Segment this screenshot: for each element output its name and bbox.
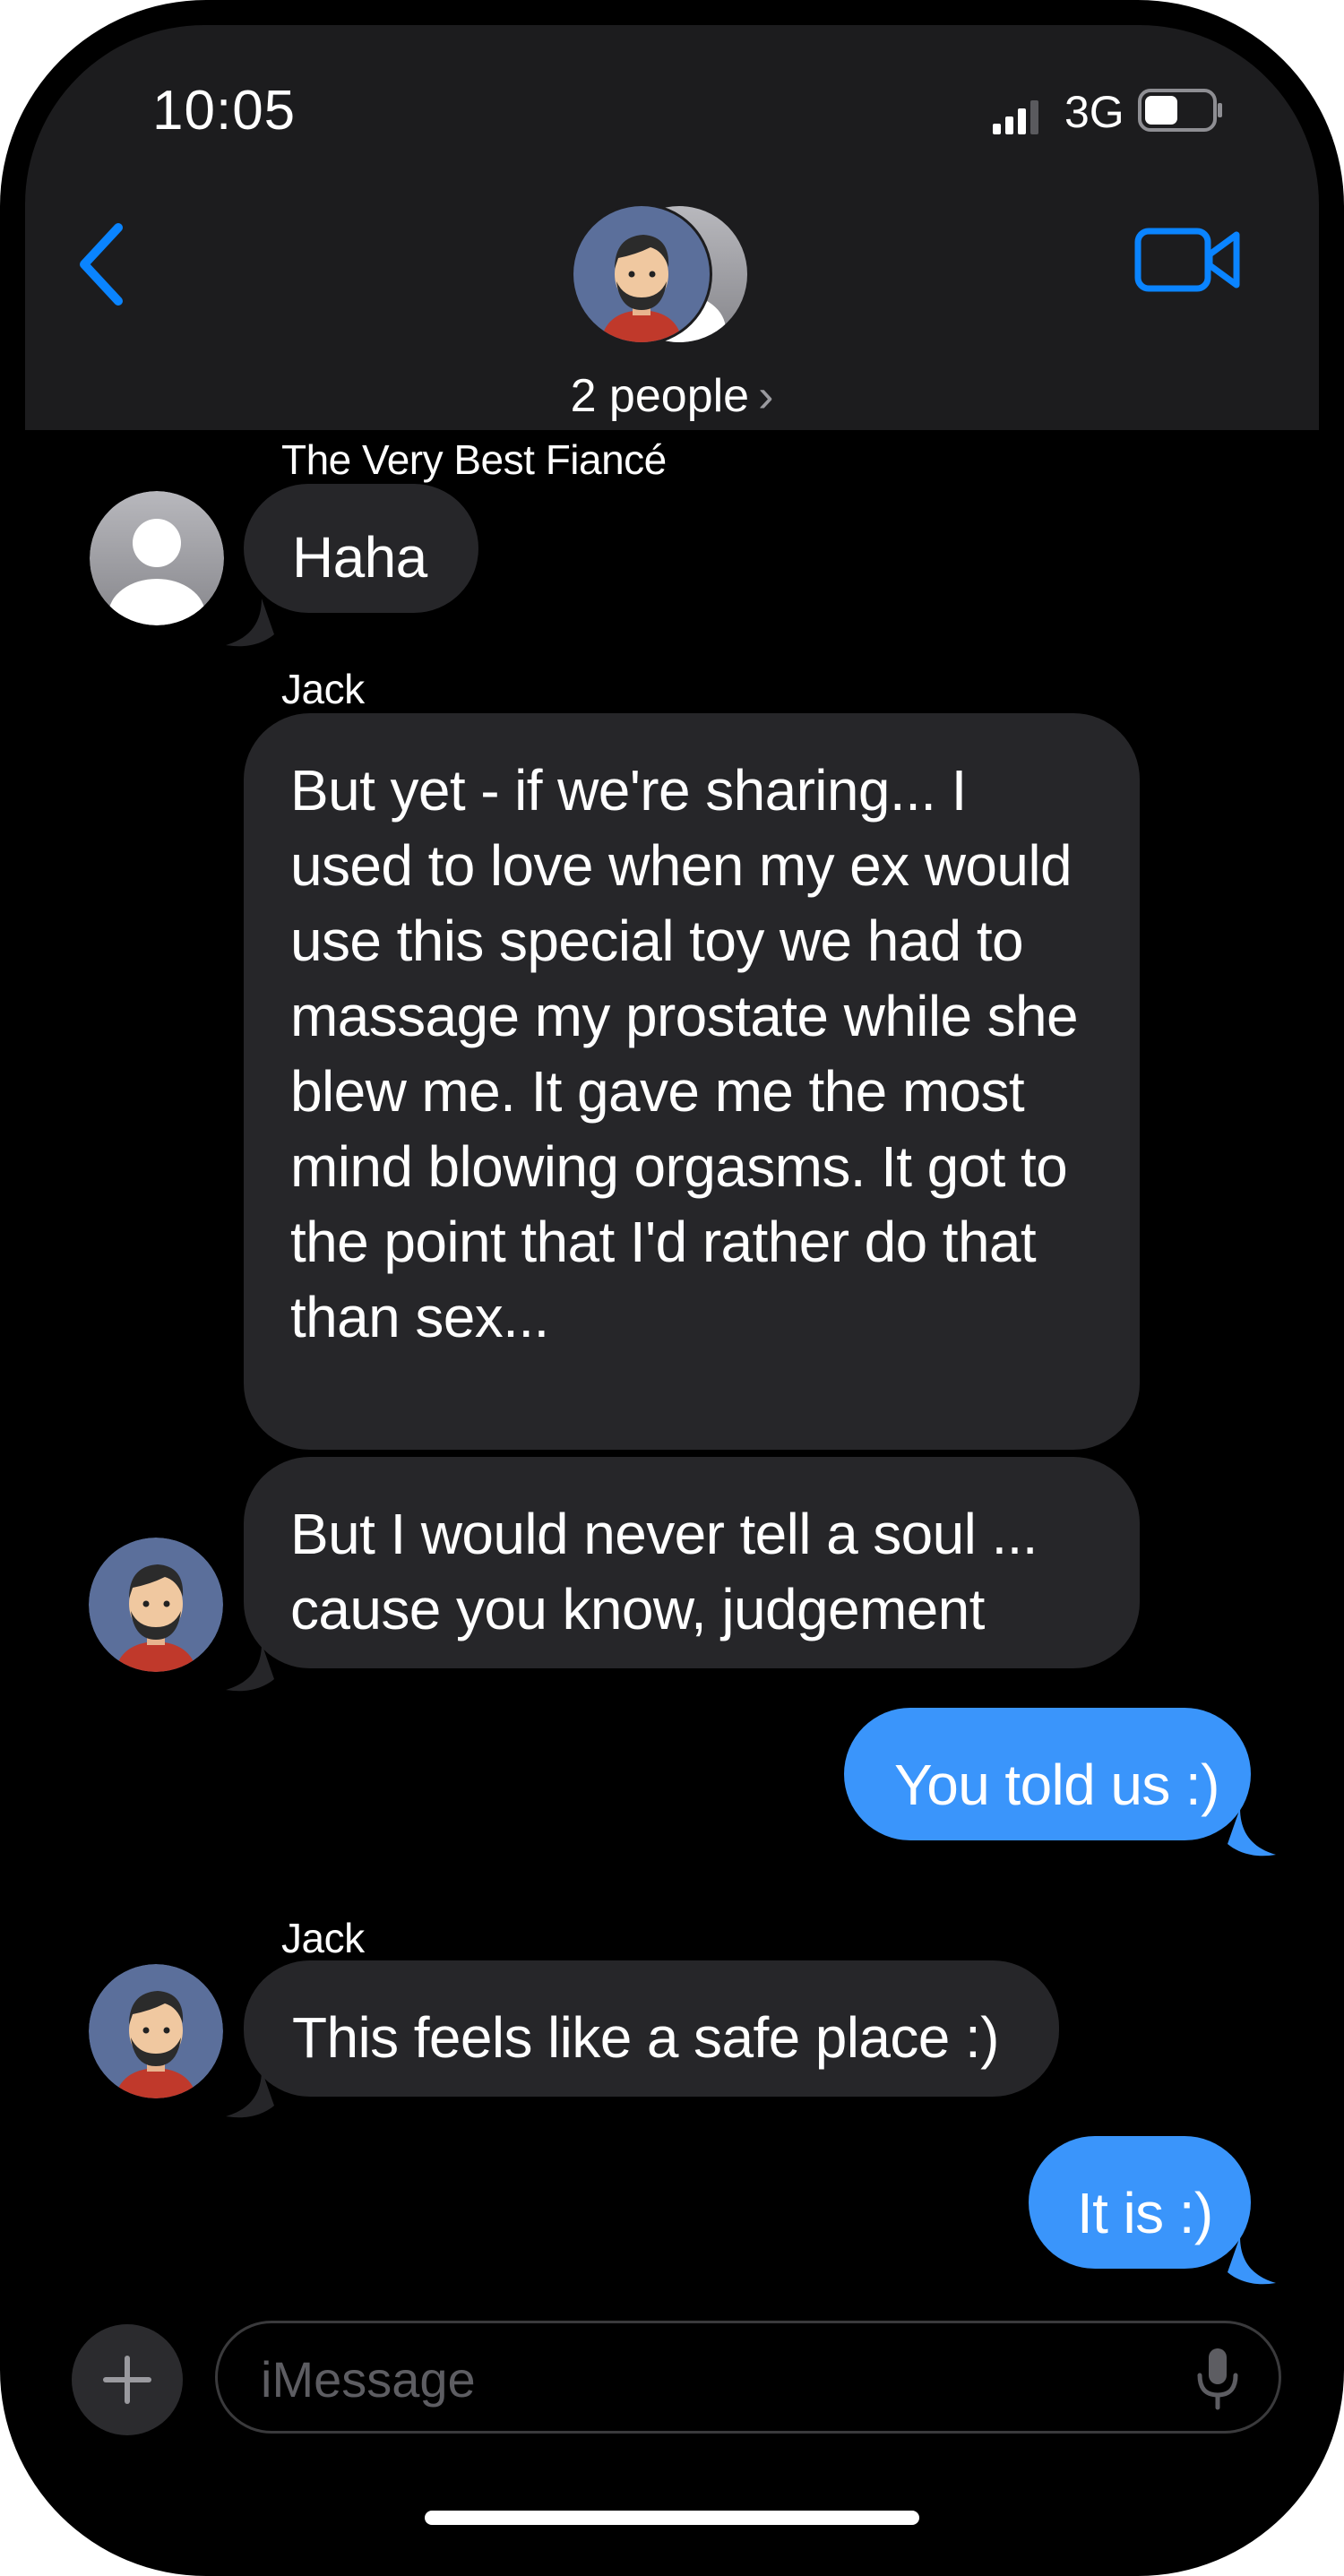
back-button[interactable] — [68, 215, 140, 314]
battery-icon — [1138, 89, 1222, 132]
bubble-tail — [226, 599, 274, 647]
phone-frame: 10:05 3G 2 people › The Very Best Fiancé… — [0, 0, 1344, 2576]
message-bubble[interactable]: But yet - if we're sharing... I used to … — [244, 713, 1140, 1450]
video-call-button[interactable] — [1134, 224, 1242, 296]
sender-name: The Very Best Fiancé — [281, 436, 667, 483]
people-count-label: 2 people — [570, 370, 750, 422]
chevron-right-icon: › — [758, 370, 774, 422]
signal-icon — [993, 100, 1038, 134]
group-avatar-stack[interactable] — [571, 203, 788, 357]
message-bubble[interactable]: This feels like a safe place :) — [244, 1960, 1059, 2097]
message-bubble[interactable]: It is :) — [1029, 2136, 1251, 2269]
message-bubble[interactable]: You told us :) — [844, 1708, 1251, 1840]
input-placeholder: iMessage — [261, 2351, 476, 2408]
sender-name: Jack — [281, 1915, 365, 1961]
contact-avatar-jack[interactable] — [89, 1538, 223, 1672]
microphone-icon[interactable] — [1193, 2347, 1243, 2411]
message-bubble[interactable]: Haha — [244, 484, 478, 613]
apps-plus-button[interactable] — [72, 2324, 183, 2435]
sender-name: Jack — [281, 666, 365, 712]
contact-avatar-jack[interactable] — [89, 1964, 223, 2098]
message-bubble[interactable]: But I would never tell a soul ... cause … — [244, 1457, 1140, 1668]
status-time: 10:05 — [152, 80, 297, 142]
screen: 10:05 3G 2 people › The Very Best Fiancé… — [25, 25, 1319, 2551]
group-avatar-icon — [571, 203, 747, 345]
contact-avatar-generic[interactable] — [90, 491, 224, 625]
network-type: 3G — [1064, 87, 1124, 137]
plus-icon — [103, 2356, 151, 2404]
conversation-title[interactable]: 2 people › — [25, 369, 1319, 423]
imessage-input[interactable]: iMessage — [215, 2321, 1281, 2434]
conversation-header: 10:05 3G 2 people › — [25, 25, 1319, 430]
home-indicator[interactable] — [425, 2511, 919, 2525]
